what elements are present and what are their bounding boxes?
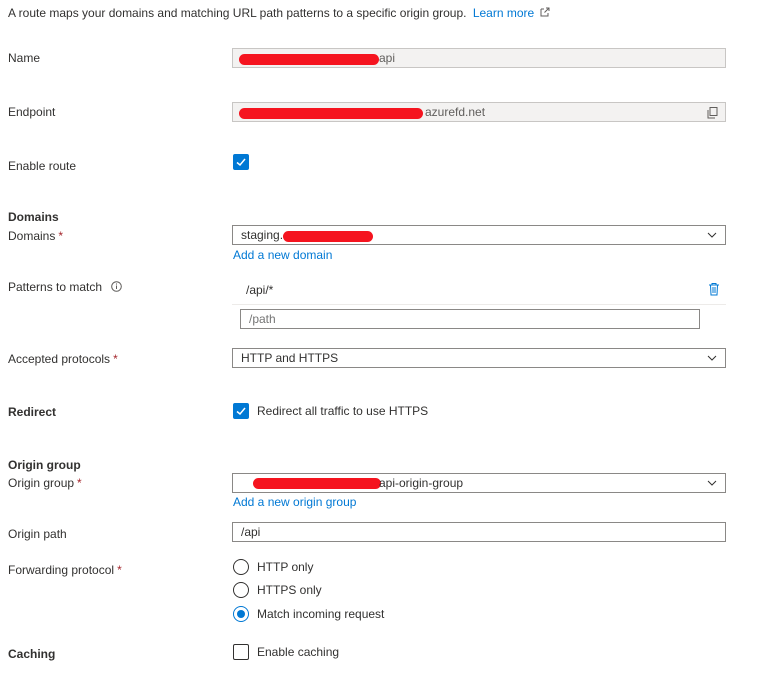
- enable-caching-label: Enable caching: [257, 645, 340, 659]
- origin-group-section-title: Origin group: [8, 458, 81, 472]
- add-origin-group-link[interactable]: Add a new origin group: [233, 495, 356, 509]
- redirect-section-title: Redirect: [8, 405, 57, 419]
- radio-match-incoming[interactable]: [233, 606, 249, 622]
- domains-dropdown[interactable]: staging.: [232, 225, 726, 245]
- pattern-row: /api/*: [232, 276, 726, 305]
- external-link-icon: [540, 7, 550, 17]
- endpoint-field[interactable]: azurefd.net: [232, 102, 726, 122]
- protocols-label: Accepted protocols *: [8, 352, 118, 366]
- protocols-dropdown[interactable]: HTTP and HTTPS: [232, 348, 726, 368]
- required-marker: *: [113, 352, 118, 366]
- enable-route-checkbox[interactable]: [233, 154, 249, 170]
- domains-label-text: Domains: [8, 229, 56, 243]
- required-marker: *: [58, 229, 64, 243]
- name-label: Name: [8, 51, 41, 65]
- add-domain-link[interactable]: Add a new domain: [233, 248, 332, 262]
- redirect-checkbox-label: Redirect all traffic to use HTTPS: [257, 404, 429, 418]
- protocols-value: HTTP and HTTPS: [241, 351, 339, 365]
- learn-more-link[interactable]: Learn more: [473, 6, 550, 20]
- trash-icon[interactable]: [708, 282, 720, 296]
- name-field[interactable]: api: [232, 48, 726, 68]
- domains-label: Domains *: [8, 229, 63, 243]
- radio-match-incoming-label: Match incoming request: [257, 607, 385, 621]
- radio-https-only[interactable]: [233, 582, 249, 598]
- radio-http-only-label: HTTP only: [257, 560, 314, 574]
- enable-caching-checkbox[interactable]: [233, 644, 249, 660]
- intro-description: A route maps your domains and matching U…: [8, 6, 467, 20]
- checkmark-icon: [236, 158, 246, 167]
- forwarding-label-text: Forwarding protocol: [8, 563, 115, 577]
- radio-http-only[interactable]: [233, 559, 249, 575]
- chevron-down-icon: [707, 232, 717, 238]
- checkmark-icon: [236, 407, 246, 416]
- caching-section-title: Caching: [8, 647, 56, 661]
- radio-https-only-label: HTTPS only: [257, 583, 322, 597]
- redaction-mark: [253, 478, 381, 489]
- pattern-input[interactable]: [240, 309, 700, 329]
- redaction-mark: [239, 54, 379, 65]
- chevron-down-icon: [707, 480, 717, 486]
- chevron-down-icon: [707, 355, 717, 361]
- origin-path-input[interactable]: /api: [232, 522, 726, 542]
- origin-group-label-text: Origin group: [8, 476, 75, 490]
- required-marker: *: [77, 476, 82, 490]
- pattern-value: /api/*: [246, 283, 274, 297]
- name-value: api: [379, 51, 396, 65]
- endpoint-label: Endpoint: [8, 105, 56, 119]
- patterns-label: Patterns to match: [8, 280, 123, 294]
- domains-section-title: Domains: [8, 210, 59, 224]
- info-icon[interactable]: [111, 281, 123, 292]
- patterns-label-text: Patterns to match: [8, 280, 103, 294]
- origin-path-label: Origin path: [8, 527, 67, 541]
- required-marker: *: [117, 563, 122, 577]
- origin-group-label: Origin group *: [8, 476, 82, 490]
- origin-group-dropdown[interactable]: api-origin-group: [232, 473, 726, 493]
- domains-value: staging.: [241, 228, 284, 242]
- origin-group-value: api-origin-group: [379, 476, 464, 490]
- protocols-label-text: Accepted protocols: [8, 352, 111, 366]
- copy-icon[interactable]: [707, 107, 718, 119]
- redirect-checkbox[interactable]: [233, 403, 249, 419]
- endpoint-value: azurefd.net: [425, 105, 486, 119]
- learn-more-label: Learn more: [472, 6, 535, 20]
- forwarding-label: Forwarding protocol *: [8, 563, 122, 577]
- intro-text: A route maps your domains and matching U…: [8, 6, 550, 20]
- redaction-mark: [239, 108, 423, 119]
- enable-route-label: Enable route: [8, 159, 77, 173]
- redaction-mark: [283, 231, 373, 242]
